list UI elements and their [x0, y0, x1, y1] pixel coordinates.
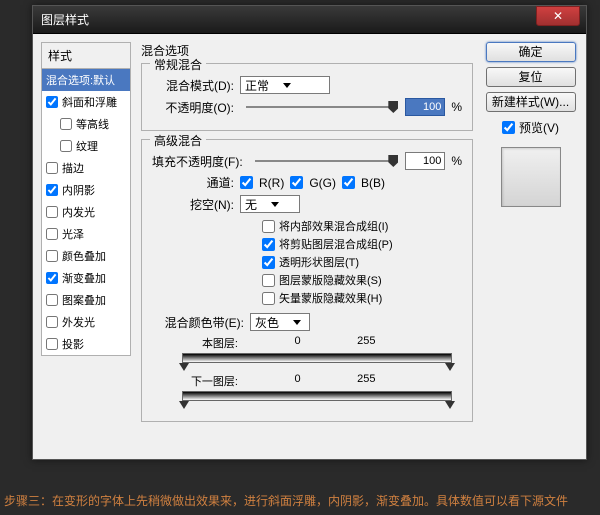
style-item[interactable]: 内发光	[42, 201, 130, 223]
option-checkbox[interactable]	[262, 292, 275, 305]
general-blending-group: 常规混合 混合模式(D): 正常 不透明度(O): %	[141, 63, 473, 131]
style-item[interactable]: 内阴影	[42, 179, 130, 201]
advanced-option: 透明形状图层(T)	[262, 253, 462, 271]
slider-handle-icon[interactable]	[445, 363, 455, 371]
advanced-option: 矢量蒙版隐藏效果(H)	[262, 289, 462, 307]
channel-r-checkbox[interactable]	[240, 176, 253, 189]
style-checkbox[interactable]	[60, 140, 72, 152]
blendif-dropdown[interactable]: 灰色	[250, 313, 310, 331]
channels-label: 通道:	[152, 174, 234, 191]
advanced-blending-group: 高级混合 填充不透明度(F): % 通道: R(R) G(G) B(B) 挖空(…	[141, 139, 473, 422]
chevron-down-icon	[283, 83, 291, 88]
style-checkbox[interactable]	[46, 250, 58, 262]
style-item[interactable]: 混合选项:默认	[42, 69, 130, 91]
styles-list: 混合选项:默认斜面和浮雕等高线纹理描边内阴影内发光光泽颜色叠加渐变叠加图案叠加外…	[41, 68, 131, 356]
slider-handle-icon[interactable]	[445, 401, 455, 409]
option-checkbox[interactable]	[262, 274, 275, 287]
fill-opacity-label: 填充不透明度(F):	[152, 153, 243, 170]
style-checkbox[interactable]	[46, 316, 58, 328]
preview-checkbox[interactable]	[502, 121, 515, 134]
chevron-down-icon	[293, 320, 301, 325]
ok-button[interactable]: 确定	[486, 42, 576, 62]
fill-opacity-input[interactable]	[405, 152, 445, 170]
advanced-option: 将剪贴图层混合成组(P)	[262, 235, 462, 253]
titlebar[interactable]: 图层样式 ✕	[33, 6, 586, 34]
preview-swatch	[501, 147, 561, 207]
blendif-label: 混合颜色带(E):	[152, 314, 244, 331]
style-item[interactable]: 等高线	[42, 113, 130, 135]
style-item[interactable]: 外发光	[42, 311, 130, 333]
tutorial-caption: 步骤三：在变形的字体上先稍微做出效果来，进行斜面浮雕，内阴影，渐变叠加。具体数值…	[4, 492, 568, 509]
opacity-input[interactable]	[405, 98, 445, 116]
style-checkbox[interactable]	[46, 184, 58, 196]
opacity-label: 不透明度(O):	[152, 99, 234, 116]
knockout-label: 挖空(N):	[152, 196, 234, 213]
style-item[interactable]: 描边	[42, 157, 130, 179]
styles-panel-title: 样式	[41, 42, 131, 68]
style-item[interactable]: 纹理	[42, 135, 130, 157]
style-item[interactable]: 斜面和浮雕	[42, 91, 130, 113]
channel-b-checkbox[interactable]	[342, 176, 355, 189]
style-checkbox[interactable]	[46, 96, 58, 108]
option-checkbox[interactable]	[262, 220, 275, 233]
under-layer-label: 下一图层:	[182, 373, 238, 389]
reset-button[interactable]: 复位	[486, 67, 576, 87]
style-item[interactable]: 渐变叠加	[42, 267, 130, 289]
chevron-down-icon	[271, 202, 279, 207]
option-checkbox[interactable]	[262, 256, 275, 269]
opacity-slider[interactable]	[246, 106, 393, 108]
option-checkbox[interactable]	[262, 238, 275, 251]
under-layer-band[interactable]	[182, 391, 452, 401]
blend-mode-label: 混合模式(D):	[152, 77, 234, 94]
style-checkbox[interactable]	[46, 272, 58, 284]
style-checkbox[interactable]	[46, 338, 58, 350]
slider-handle-icon[interactable]	[179, 401, 189, 409]
style-checkbox[interactable]	[46, 294, 58, 306]
style-checkbox[interactable]	[60, 118, 72, 130]
preview-label: 预览(V)	[519, 119, 559, 136]
advanced-option: 图层蒙版隐藏效果(S)	[262, 271, 462, 289]
close-button[interactable]: ✕	[536, 6, 580, 26]
style-item[interactable]: 图案叠加	[42, 289, 130, 311]
layer-style-dialog: 图层样式 ✕ 样式 混合选项:默认斜面和浮雕等高线纹理描边内阴影内发光光泽颜色叠…	[32, 5, 587, 460]
general-title: 常规混合	[150, 56, 206, 73]
window-title: 图层样式	[41, 11, 536, 28]
blend-mode-dropdown[interactable]: 正常	[240, 76, 330, 94]
this-layer-band[interactable]	[182, 353, 452, 363]
knockout-dropdown[interactable]: 无	[240, 195, 300, 213]
style-checkbox[interactable]	[46, 228, 58, 240]
fill-opacity-slider[interactable]	[255, 160, 394, 162]
style-checkbox[interactable]	[46, 162, 58, 174]
new-style-button[interactable]: 新建样式(W)...	[486, 92, 576, 112]
this-layer-label: 本图层:	[182, 335, 238, 351]
advanced-option: 将内部效果混合成组(I)	[262, 217, 462, 235]
style-item[interactable]: 投影	[42, 333, 130, 355]
style-item[interactable]: 光泽	[42, 223, 130, 245]
channel-g-checkbox[interactable]	[290, 176, 303, 189]
slider-handle-icon[interactable]	[179, 363, 189, 371]
style-item[interactable]: 颜色叠加	[42, 245, 130, 267]
advanced-title: 高级混合	[150, 132, 206, 149]
style-checkbox[interactable]	[46, 206, 58, 218]
